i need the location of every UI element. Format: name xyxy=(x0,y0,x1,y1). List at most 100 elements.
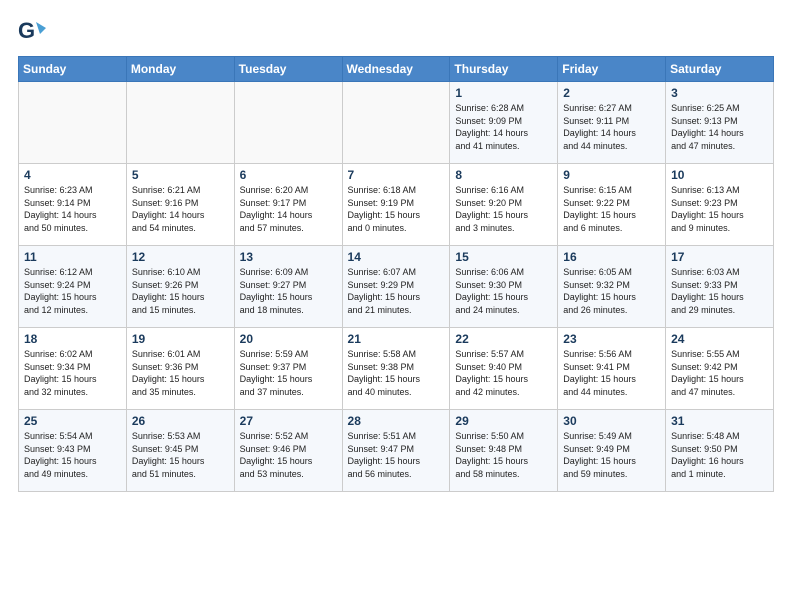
calendar-day-cell-2: 2 Sunrise: 6:27 AM Sunset: 9:11 PM Daylig… xyxy=(558,82,666,164)
day-number: 17 xyxy=(671,250,768,264)
day-number: 27 xyxy=(240,414,337,428)
day-content: Sunrise: 5:55 AM Sunset: 9:42 PM Dayligh… xyxy=(671,348,768,398)
day-content: Sunrise: 6:23 AM Sunset: 9:14 PM Dayligh… xyxy=(24,184,121,234)
calendar-day-cell-5: 5 Sunrise: 6:21 AM Sunset: 9:16 PM Daylig… xyxy=(126,164,234,246)
day-number: 26 xyxy=(132,414,229,428)
day-number: 8 xyxy=(455,168,552,182)
day-content: Sunrise: 6:18 AM Sunset: 9:19 PM Dayligh… xyxy=(348,184,445,234)
calendar-day-cell-8: 8 Sunrise: 6:16 AM Sunset: 9:20 PM Daylig… xyxy=(450,164,558,246)
calendar-day-cell-15: 15Sunrise: 6:06 AM Sunset: 9:30 PM Dayli… xyxy=(450,246,558,328)
day-content: Sunrise: 6:28 AM Sunset: 9:09 PM Dayligh… xyxy=(455,102,552,152)
day-content: Sunrise: 6:12 AM Sunset: 9:24 PM Dayligh… xyxy=(24,266,121,316)
calendar-day-cell-16: 16 Sunrise: 6:05 AM Sunset: 9:32 PM Dayli… xyxy=(558,246,666,328)
calendar-week-row: 25Sunrise: 5:54 AM Sunset: 9:43 PM Dayli… xyxy=(19,410,774,492)
day-content: Sunrise: 5:51 AM Sunset: 9:47 PM Dayligh… xyxy=(348,430,445,480)
day-number: 16 xyxy=(563,250,660,264)
calendar-day-cell-7: 7Sunrise: 6:18 AM Sunset: 9:19 PM Daylig… xyxy=(342,164,450,246)
logo-icon: G xyxy=(18,18,46,46)
calendar-day-cell-24: 24 Sunrise: 5:55 AM Sunset: 9:42 PM Dayli… xyxy=(666,328,774,410)
day-number: 9 xyxy=(563,168,660,182)
weekday-header-monday: Monday xyxy=(126,57,234,82)
day-content: Sunrise: 5:48 AM Sunset: 9:50 PM Dayligh… xyxy=(671,430,768,480)
day-number: 10 xyxy=(671,168,768,182)
day-content: Sunrise: 5:57 AM Sunset: 9:40 PM Dayligh… xyxy=(455,348,552,398)
day-number: 3 xyxy=(671,86,768,100)
day-content: Sunrise: 6:15 AM Sunset: 9:22 PM Dayligh… xyxy=(563,184,660,234)
day-number: 13 xyxy=(240,250,337,264)
weekday-header-tuesday: Tuesday xyxy=(234,57,342,82)
weekday-header-friday: Friday xyxy=(558,57,666,82)
day-number: 1 xyxy=(455,86,552,100)
day-content: Sunrise: 6:16 AM Sunset: 9:20 PM Dayligh… xyxy=(455,184,552,234)
day-content: Sunrise: 6:20 AM Sunset: 9:17 PM Dayligh… xyxy=(240,184,337,234)
day-number: 22 xyxy=(455,332,552,346)
day-content: Sunrise: 6:13 AM Sunset: 9:23 PM Dayligh… xyxy=(671,184,768,234)
calendar-day-cell-6: 6 Sunrise: 6:20 AM Sunset: 9:17 PM Daylig… xyxy=(234,164,342,246)
calendar-day-cell-28: 28 Sunrise: 5:51 AM Sunset: 9:47 PM Dayli… xyxy=(342,410,450,492)
day-content: Sunrise: 6:07 AM Sunset: 9:29 PM Dayligh… xyxy=(348,266,445,316)
day-content: Sunrise: 5:54 AM Sunset: 9:43 PM Dayligh… xyxy=(24,430,121,480)
calendar-empty-cell xyxy=(126,82,234,164)
calendar-day-cell-1: 1 Sunrise: 6:28 AM Sunset: 9:09 PM Daylig… xyxy=(450,82,558,164)
day-number: 5 xyxy=(132,168,229,182)
day-content: Sunrise: 6:05 AM Sunset: 9:32 PM Dayligh… xyxy=(563,266,660,316)
day-number: 31 xyxy=(671,414,768,428)
day-number: 4 xyxy=(24,168,121,182)
day-content: Sunrise: 5:49 AM Sunset: 9:49 PM Dayligh… xyxy=(563,430,660,480)
calendar-day-cell-4: 4 Sunrise: 6:23 AM Sunset: 9:14 PM Daylig… xyxy=(19,164,127,246)
day-number: 19 xyxy=(132,332,229,346)
page-header: G xyxy=(18,18,774,46)
weekday-header-saturday: Saturday xyxy=(666,57,774,82)
day-content: Sunrise: 5:50 AM Sunset: 9:48 PM Dayligh… xyxy=(455,430,552,480)
calendar-day-cell-19: 19 Sunrise: 6:01 AM Sunset: 9:36 PM Dayli… xyxy=(126,328,234,410)
calendar-empty-cell xyxy=(19,82,127,164)
day-number: 23 xyxy=(563,332,660,346)
calendar-day-cell-22: 22 Sunrise: 5:57 AM Sunset: 9:40 PM Dayli… xyxy=(450,328,558,410)
calendar-day-cell-10: 10 Sunrise: 6:13 AM Sunset: 9:23 PM Dayli… xyxy=(666,164,774,246)
day-content: Sunrise: 6:27 AM Sunset: 9:11 PM Dayligh… xyxy=(563,102,660,152)
calendar-week-row: 1 Sunrise: 6:28 AM Sunset: 9:09 PM Daylig… xyxy=(19,82,774,164)
calendar-day-cell-25: 25Sunrise: 5:54 AM Sunset: 9:43 PM Dayli… xyxy=(19,410,127,492)
day-number: 14 xyxy=(348,250,445,264)
weekday-header-row: SundayMondayTuesdayWednesdayThursdayFrid… xyxy=(19,57,774,82)
calendar-day-cell-11: 11 Sunrise: 6:12 AM Sunset: 9:24 PM Dayli… xyxy=(19,246,127,328)
day-number: 30 xyxy=(563,414,660,428)
day-content: Sunrise: 5:59 AM Sunset: 9:37 PM Dayligh… xyxy=(240,348,337,398)
day-number: 12 xyxy=(132,250,229,264)
day-number: 24 xyxy=(671,332,768,346)
calendar-day-cell-3: 3 Sunrise: 6:25 AM Sunset: 9:13 PM Daylig… xyxy=(666,82,774,164)
day-content: Sunrise: 6:09 AM Sunset: 9:27 PM Dayligh… xyxy=(240,266,337,316)
calendar-empty-cell xyxy=(234,82,342,164)
calendar-day-cell-20: 20 Sunrise: 5:59 AM Sunset: 9:37 PM Dayli… xyxy=(234,328,342,410)
day-number: 28 xyxy=(348,414,445,428)
day-content: Sunrise: 6:21 AM Sunset: 9:16 PM Dayligh… xyxy=(132,184,229,234)
calendar-day-cell-13: 13 Sunrise: 6:09 AM Sunset: 9:27 PM Dayli… xyxy=(234,246,342,328)
calendar-day-cell-12: 12 Sunrise: 6:10 AM Sunset: 9:26 PM Dayli… xyxy=(126,246,234,328)
day-number: 20 xyxy=(240,332,337,346)
calendar-day-cell-21: 21 Sunrise: 5:58 AM Sunset: 9:38 PM Dayli… xyxy=(342,328,450,410)
day-number: 11 xyxy=(24,250,121,264)
day-number: 29 xyxy=(455,414,552,428)
day-number: 6 xyxy=(240,168,337,182)
calendar-day-cell-17: 17 Sunrise: 6:03 AM Sunset: 9:33 PM Dayli… xyxy=(666,246,774,328)
day-content: Sunrise: 5:56 AM Sunset: 9:41 PM Dayligh… xyxy=(563,348,660,398)
weekday-header-sunday: Sunday xyxy=(19,57,127,82)
logo: G xyxy=(18,18,48,46)
weekday-header-wednesday: Wednesday xyxy=(342,57,450,82)
calendar-week-row: 11 Sunrise: 6:12 AM Sunset: 9:24 PM Dayli… xyxy=(19,246,774,328)
day-content: Sunrise: 6:10 AM Sunset: 9:26 PM Dayligh… xyxy=(132,266,229,316)
day-content: Sunrise: 6:01 AM Sunset: 9:36 PM Dayligh… xyxy=(132,348,229,398)
calendar-day-cell-14: 14 Sunrise: 6:07 AM Sunset: 9:29 PM Dayli… xyxy=(342,246,450,328)
calendar-day-cell-27: 27 Sunrise: 5:52 AM Sunset: 9:46 PM Dayli… xyxy=(234,410,342,492)
calendar-empty-cell xyxy=(342,82,450,164)
calendar-day-cell-30: 30 Sunrise: 5:49 AM Sunset: 9:49 PM Dayli… xyxy=(558,410,666,492)
day-content: Sunrise: 6:25 AM Sunset: 9:13 PM Dayligh… xyxy=(671,102,768,152)
calendar-week-row: 18Sunrise: 6:02 AM Sunset: 9:34 PM Dayli… xyxy=(19,328,774,410)
day-content: Sunrise: 5:58 AM Sunset: 9:38 PM Dayligh… xyxy=(348,348,445,398)
day-number: 2 xyxy=(563,86,660,100)
day-content: Sunrise: 5:52 AM Sunset: 9:46 PM Dayligh… xyxy=(240,430,337,480)
day-number: 21 xyxy=(348,332,445,346)
calendar-day-cell-23: 23 Sunrise: 5:56 AM Sunset: 9:41 PM Dayli… xyxy=(558,328,666,410)
day-content: Sunrise: 6:03 AM Sunset: 9:33 PM Dayligh… xyxy=(671,266,768,316)
calendar-day-cell-31: 31 Sunrise: 5:48 AM Sunset: 9:50 PM Dayli… xyxy=(666,410,774,492)
